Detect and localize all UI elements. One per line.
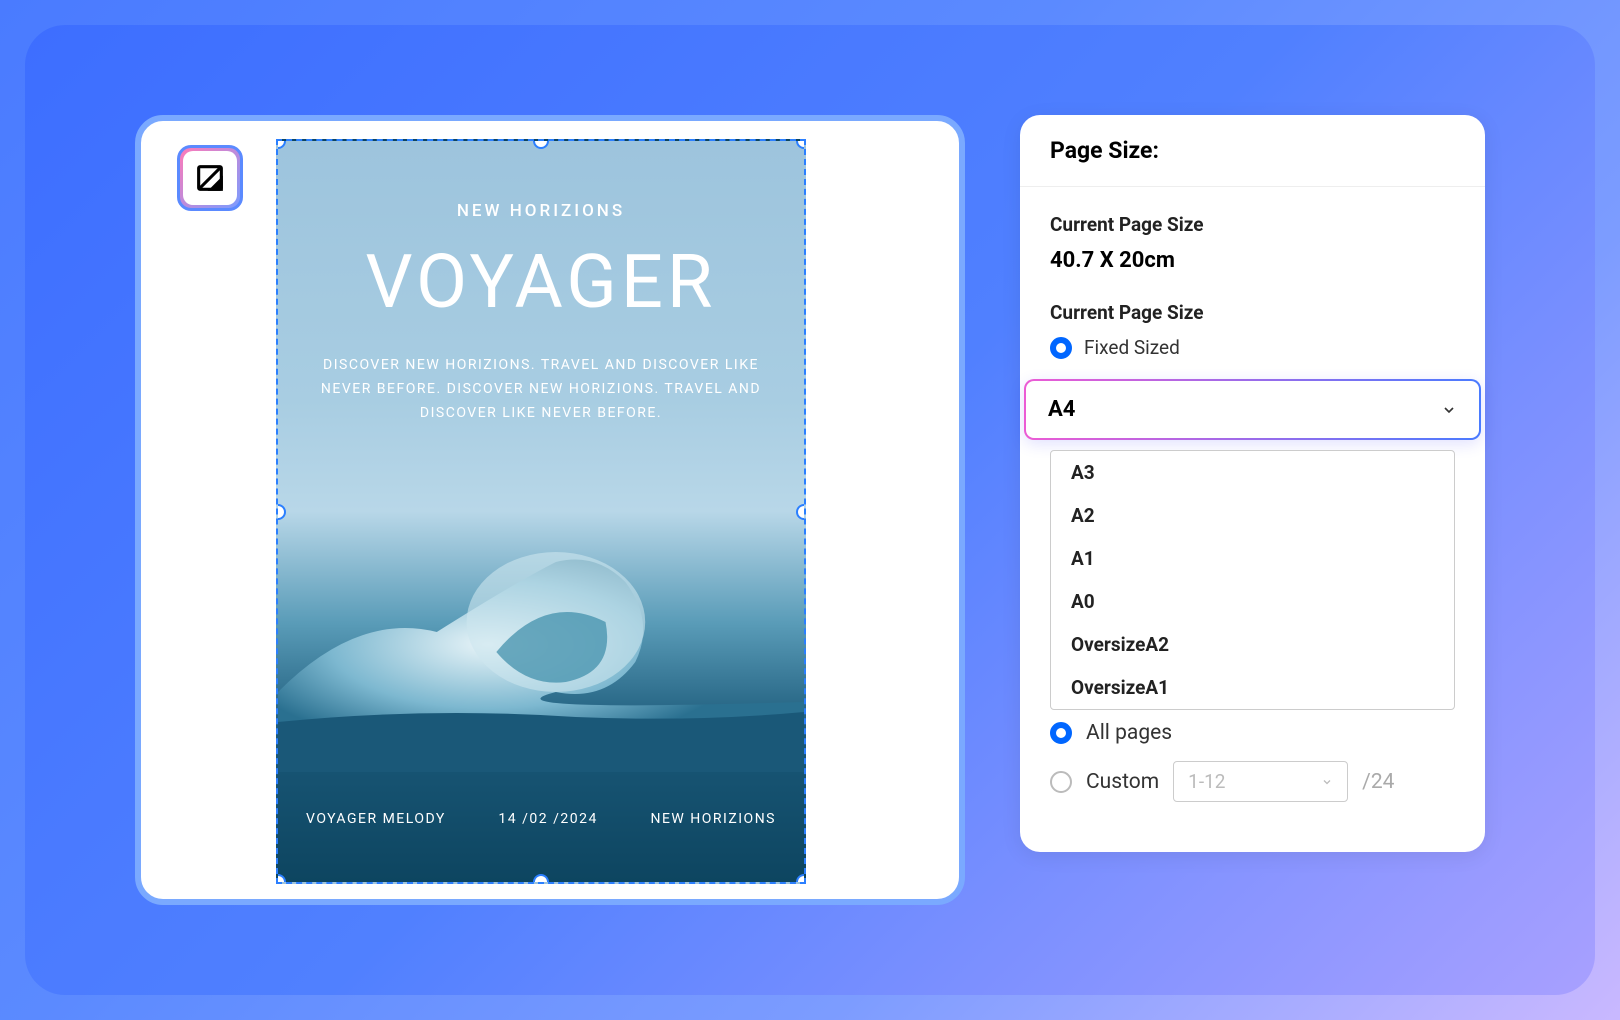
size-dropdown-list: A3 A2 A1 A0 OversizeA2 OversizeA1 — [1050, 450, 1455, 710]
current-size-value: 40.7 X 20cm — [1050, 248, 1455, 273]
total-pages: /24 — [1362, 770, 1394, 794]
footer-right: NEW HORIZIONS — [650, 811, 776, 827]
document-preview[interactable]: NEW HORIZIONS VOYAGER DISCOVER NEW HORIZ… — [276, 139, 806, 884]
fixed-sized-option[interactable]: Fixed Sized — [1050, 336, 1455, 359]
dropdown-option[interactable]: A3 — [1051, 451, 1454, 494]
fixed-sized-label: Fixed Sized — [1084, 336, 1180, 359]
radio-checked-icon — [1050, 337, 1072, 359]
chevron-down-icon — [1441, 402, 1457, 418]
document-footer: VOYAGER MELODY 14 /02 /2024 NEW HORIZION… — [278, 811, 804, 827]
resize-handle[interactable] — [796, 504, 806, 520]
dropdown-selected-value: A4 — [1048, 397, 1075, 422]
radio-checked-icon — [1050, 722, 1072, 744]
footer-center: 14 /02 /2024 — [498, 811, 597, 827]
dropdown-option[interactable]: OversizeA1 — [1051, 666, 1454, 709]
custom-range-input[interactable]: 1-12 — [1173, 761, 1348, 802]
dropdown-option[interactable]: A1 — [1051, 537, 1454, 580]
wave-image — [278, 492, 804, 772]
crop-tool-button[interactable] — [177, 145, 243, 211]
footer-left: VOYAGER MELODY — [306, 811, 446, 827]
crop-icon — [193, 161, 227, 195]
custom-label: Custom — [1086, 770, 1159, 794]
resize-handle[interactable] — [796, 874, 806, 884]
document-description: DISCOVER NEW HORIZIONS. TRAVEL AND DISCO… — [308, 354, 774, 425]
page-size-panel: Page Size: Current Page Size 40.7 X 20cm… — [1020, 115, 1485, 852]
dropdown-option[interactable]: OversizeA2 — [1051, 623, 1454, 666]
current-size-label: Current Page Size — [1050, 213, 1455, 236]
document-title: VOYAGER — [308, 239, 774, 326]
current-size-label-2: Current Page Size — [1050, 301, 1455, 324]
chevron-down-icon — [1321, 776, 1333, 788]
custom-range-option[interactable]: Custom 1-12 /24 — [1050, 761, 1455, 802]
panel-header: Page Size: — [1020, 115, 1485, 187]
all-pages-label: All pages — [1086, 721, 1172, 745]
canvas-area: NEW HORIZIONS VOYAGER DISCOVER NEW HORIZ… — [135, 115, 965, 905]
dropdown-option[interactable]: A2 — [1051, 494, 1454, 537]
radio-unchecked-icon — [1050, 771, 1072, 793]
custom-range-placeholder: 1-12 — [1188, 770, 1225, 793]
resize-handle[interactable] — [533, 874, 549, 884]
document-subtitle: NEW HORIZIONS — [308, 201, 774, 221]
all-pages-option[interactable]: All pages — [1050, 721, 1455, 745]
size-dropdown[interactable]: A4 — [1024, 379, 1481, 440]
dropdown-option[interactable]: A0 — [1051, 580, 1454, 623]
resize-handle[interactable] — [276, 874, 286, 884]
